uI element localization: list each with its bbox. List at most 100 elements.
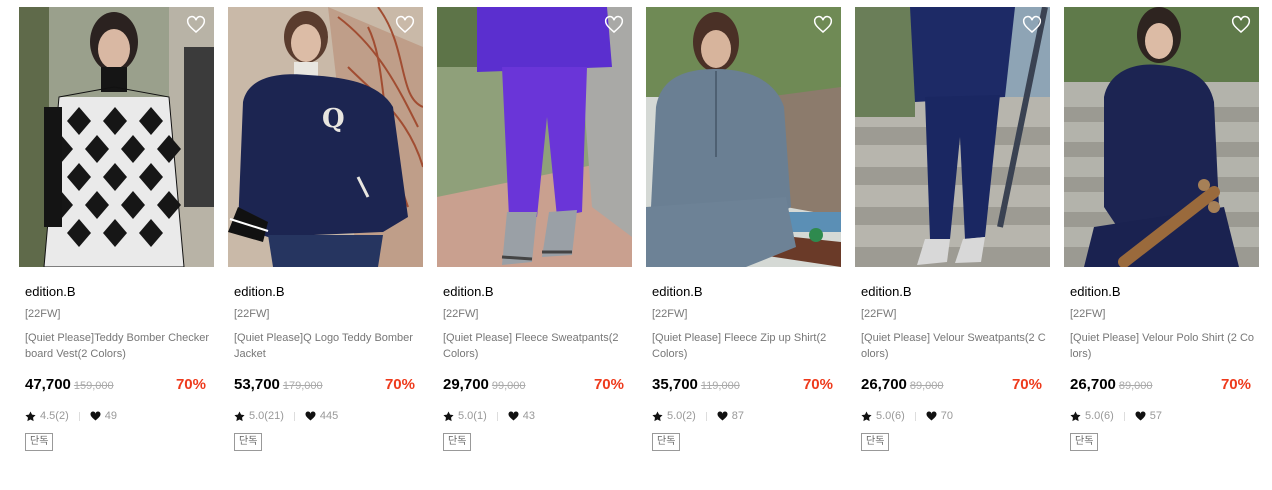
divider	[496, 411, 498, 421]
discount-rate: 70%	[384, 376, 415, 393]
exclusive-badge: 단독	[861, 433, 890, 451]
review-meta: 5.0(2) 87	[652, 409, 837, 423]
exclusive-badge: 단독	[443, 433, 472, 451]
wishlist-heart-icon[interactable]	[395, 15, 415, 34]
brand-name[interactable]: edition.B	[1070, 284, 1255, 300]
brand-name[interactable]: edition.B	[443, 284, 628, 300]
original-price: 99,000	[491, 380, 526, 392]
original-price: 89,000	[909, 380, 944, 392]
product-name[interactable]: [Quiet Please] Velour Polo Shirt (2 Colo…	[1070, 330, 1255, 362]
season-tag: [22FW]	[1070, 308, 1106, 320]
like-count: 70	[940, 410, 953, 422]
star-icon	[234, 410, 245, 421]
star-icon	[1070, 410, 1081, 421]
product-name[interactable]: [Quiet Please] Fleece Zip up Shirt(2 Col…	[652, 330, 837, 362]
season-tag: [22FW]	[652, 308, 688, 320]
product-image[interactable]: Q	[228, 7, 423, 267]
sale-price: 53,700	[234, 376, 280, 393]
checkerboard-vest-photo	[19, 7, 214, 267]
product-card[interactable]: edition.B [22FW] [Quiet Please] Velour S…	[855, 7, 1050, 451]
heart-icon	[508, 411, 519, 421]
sale-price: 35,700	[652, 376, 698, 393]
exclusive-badge: 단독	[25, 433, 54, 451]
star-icon	[652, 410, 663, 421]
brand-name[interactable]: edition.B	[861, 284, 1046, 300]
velour-sweatpants-photo	[855, 7, 1050, 267]
product-image[interactable]	[19, 7, 214, 267]
product-image[interactable]	[646, 7, 841, 267]
star-icon	[443, 410, 454, 421]
brand-name[interactable]: edition.B	[234, 284, 419, 300]
review-meta: 5.0(1) 43	[443, 409, 628, 423]
divider	[705, 411, 707, 421]
rating-text: 5.0(1)	[458, 410, 487, 422]
svg-text:Q: Q	[322, 104, 345, 134]
purple-sweatpants-photo	[437, 7, 632, 267]
product-image[interactable]	[437, 7, 632, 267]
teddy-bomber-photo: Q	[228, 7, 423, 267]
like-count: 445	[319, 410, 339, 422]
like-count: 57	[1149, 410, 1162, 422]
exclusive-badge: 단독	[234, 433, 263, 451]
brand-name[interactable]: edition.B	[652, 284, 837, 300]
product-name[interactable]: [Quiet Please] Velour Sweatpants(2 Color…	[861, 330, 1046, 362]
product-card[interactable]: edition.B [22FW] [Quiet Please]Teddy Bom…	[19, 7, 214, 451]
wishlist-heart-icon[interactable]	[186, 15, 206, 34]
heart-icon	[90, 411, 101, 421]
divider	[914, 411, 916, 421]
wishlist-heart-icon[interactable]	[813, 15, 833, 34]
brand-name[interactable]: edition.B	[25, 284, 210, 300]
star-icon	[861, 410, 872, 421]
season-tag: [22FW]	[861, 308, 897, 320]
heart-icon	[717, 411, 728, 421]
wishlist-heart-icon[interactable]	[604, 15, 624, 34]
sale-price: 26,700	[861, 376, 907, 393]
product-card[interactable]: edition.B [22FW] [Quiet Please] Fleece S…	[437, 7, 632, 451]
season-tag: [22FW]	[234, 308, 270, 320]
original-price: 119,000	[700, 380, 740, 392]
divider	[293, 411, 295, 421]
fleece-zip-photo	[646, 7, 841, 267]
season-tag: [22FW]	[443, 308, 479, 320]
like-count: 87	[731, 410, 744, 422]
price-row: 35,700 119,000 70%	[652, 375, 837, 395]
product-grid: edition.B [22FW] [Quiet Please]Teddy Bom…	[19, 7, 1259, 451]
exclusive-badge: 단독	[1070, 433, 1099, 451]
product-card[interactable]: edition.B [22FW] [Quiet Please] Velour P…	[1064, 7, 1259, 451]
like-count: 49	[104, 410, 117, 422]
season-tag: [22FW]	[25, 308, 61, 320]
like-count: 43	[522, 410, 535, 422]
wishlist-heart-icon[interactable]	[1022, 15, 1042, 34]
product-name[interactable]: [Quiet Please]Teddy Bomber Checkerboard …	[25, 330, 210, 362]
discount-rate: 70%	[175, 376, 206, 393]
price-row: 26,700 89,000 70%	[861, 375, 1046, 395]
price-row: 47,700 159,000 70%	[25, 375, 210, 395]
heart-icon	[926, 411, 937, 421]
product-card[interactable]: Q edition.B [22FW] [Quiet Please]Q Logo …	[228, 7, 423, 451]
exclusive-badge: 단독	[652, 433, 681, 451]
rating-text: 5.0(2)	[667, 410, 696, 422]
review-meta: 5.0(21) 445	[234, 409, 419, 423]
rating-text: 4.5(2)	[40, 410, 69, 422]
discount-rate: 70%	[1220, 376, 1251, 393]
divider	[1123, 411, 1125, 421]
price-row: 26,700 89,000 70%	[1070, 375, 1255, 395]
wishlist-heart-icon[interactable]	[1231, 15, 1251, 34]
product-name[interactable]: [Quiet Please]Q Logo Teddy Bomber Jacket	[234, 330, 419, 362]
discount-rate: 70%	[593, 376, 624, 393]
sale-price: 26,700	[1070, 376, 1116, 393]
product-image[interactable]	[1064, 7, 1259, 267]
heart-icon	[305, 411, 316, 421]
product-name[interactable]: [Quiet Please] Fleece Sweatpants(2 Color…	[443, 330, 628, 362]
product-image[interactable]	[855, 7, 1050, 267]
sale-price: 29,700	[443, 376, 489, 393]
original-price: 179,000	[282, 380, 323, 392]
original-price: 159,000	[73, 380, 114, 392]
rating-text: 5.0(6)	[1085, 410, 1114, 422]
product-card[interactable]: edition.B [22FW] [Quiet Please] Fleece Z…	[646, 7, 841, 451]
star-icon	[25, 410, 36, 421]
original-price: 89,000	[1118, 380, 1153, 392]
rating-text: 5.0(21)	[249, 410, 284, 422]
divider	[78, 411, 80, 421]
velour-polo-photo	[1064, 7, 1259, 267]
